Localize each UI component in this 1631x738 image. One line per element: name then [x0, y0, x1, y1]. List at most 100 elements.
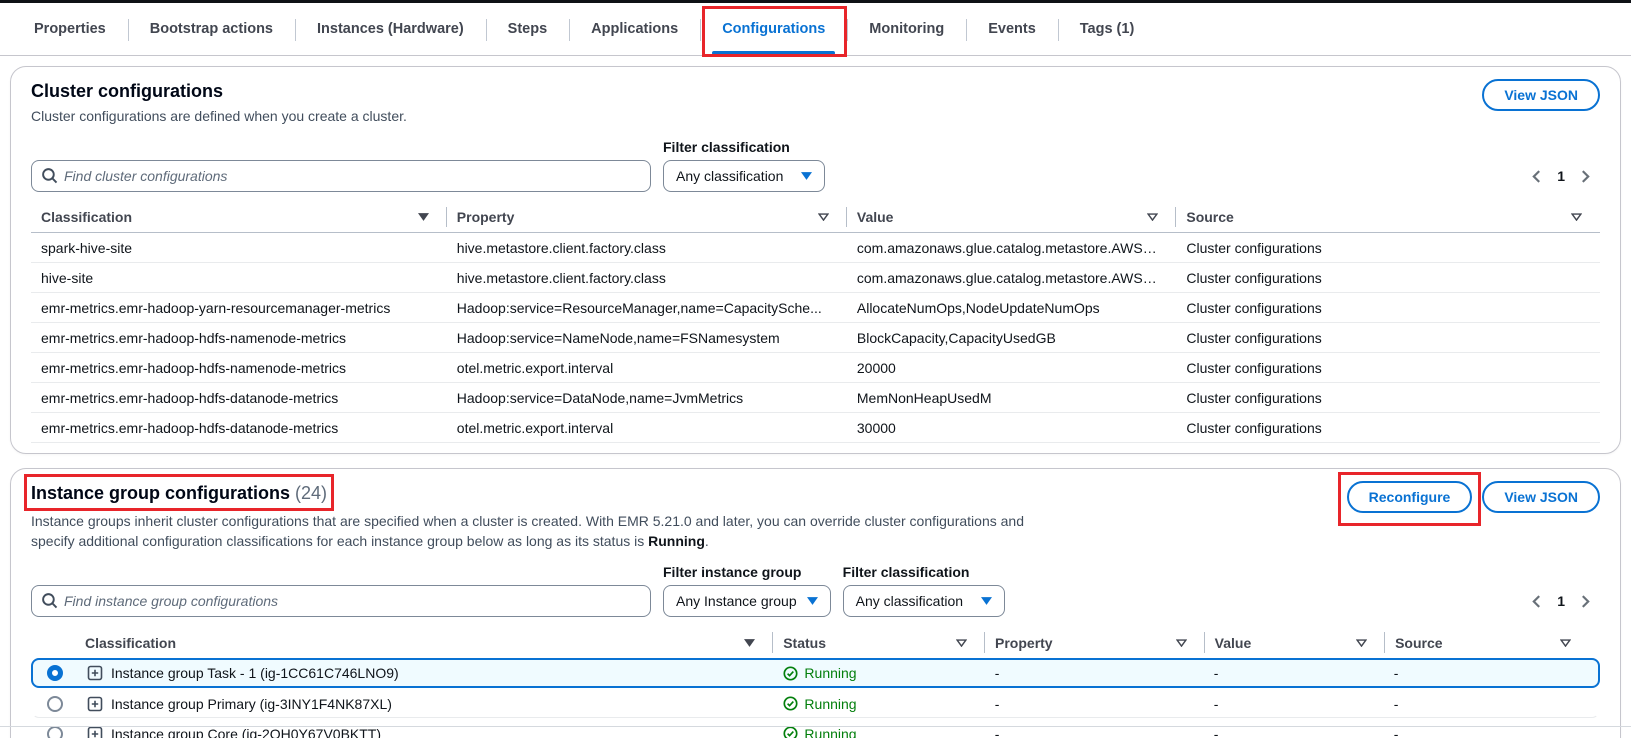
- cell-property: -: [985, 665, 1204, 681]
- chevron-left-icon: [1532, 595, 1541, 608]
- instance-next-page-button[interactable]: [1575, 591, 1596, 612]
- cell-source: -: [1384, 696, 1587, 712]
- cell-source: Cluster configurations: [1176, 330, 1600, 346]
- cluster-configuration-row: spark-hive-site hive.metastore.client.fa…: [31, 233, 1600, 263]
- cluster-next-page-button[interactable]: [1575, 166, 1596, 187]
- expand-icon[interactable]: [87, 696, 103, 712]
- caret-down-icon: [807, 597, 818, 605]
- cell-classification: emr-metrics.emr-hadoop-hdfs-namenode-met…: [31, 330, 447, 346]
- instance-group-select[interactable]: Any Instance group: [663, 585, 831, 617]
- cluster-search-input[interactable]: [31, 160, 651, 192]
- tab-label: Events: [988, 21, 1036, 37]
- cell-property: hive.metastore.client.factory.class: [447, 270, 847, 286]
- instance-group-configurations-section: Instance group configurations (24) Insta…: [10, 468, 1621, 738]
- column-header-source: Source: [1186, 209, 1233, 225]
- source-filter-icon[interactable]: [1560, 639, 1571, 647]
- cell-source: Cluster configurations: [1176, 300, 1600, 316]
- status-success-icon: [783, 666, 798, 681]
- chevron-right-icon: [1581, 170, 1590, 183]
- value-filter-icon[interactable]: [1147, 213, 1158, 221]
- cluster-configuration-row: emr-metrics.emr-hadoop-yarn-resourcemana…: [31, 293, 1600, 323]
- tab-steps[interactable]: Steps: [486, 3, 570, 55]
- cell-property: -: [985, 726, 1204, 738]
- cell-source: Cluster configurations: [1176, 270, 1600, 286]
- cluster-configuration-row: emr-metrics.emr-hadoop-hdfs-namenode-met…: [31, 323, 1600, 353]
- cell-value: com.amazonaws.glue.catalog.metastore.AWS…: [847, 240, 1176, 256]
- tab-tags-1[interactable]: Tags (1): [1058, 3, 1157, 55]
- radio-button[interactable]: [47, 726, 63, 738]
- cluster-configuration-row: emr-metrics.emr-hadoop-hdfs-namenode-met…: [31, 353, 1600, 383]
- radio-button[interactable]: [47, 696, 63, 712]
- column-header-source: Source: [1395, 635, 1442, 651]
- instance-page-number[interactable]: 1: [1553, 593, 1569, 609]
- instance-group-row[interactable]: Instance group Task - 1 (ig-1CC61C746LNO…: [31, 658, 1600, 688]
- cluster-view-json-button[interactable]: View JSON: [1482, 79, 1600, 111]
- tab-label: Instances (Hardware): [317, 21, 464, 37]
- tab-monitoring[interactable]: Monitoring: [847, 3, 966, 55]
- value-filter-icon[interactable]: [1356, 639, 1367, 647]
- cell-value: 20000: [847, 360, 1176, 376]
- instance-group-row[interactable]: Instance group Primary (ig-3INY1F4NK87XL…: [31, 688, 1600, 718]
- filter-classification-label: Filter classification: [663, 138, 825, 156]
- classification-filter-icon[interactable]: [418, 213, 429, 221]
- tab-instances-hardware[interactable]: Instances (Hardware): [295, 3, 486, 55]
- cell-source: -: [1384, 665, 1587, 681]
- cell-classification: hive-site: [31, 270, 447, 286]
- cell-source: -: [1384, 726, 1587, 738]
- status-success-icon: [783, 696, 798, 711]
- cell-value: AllocateNumOps,NodeUpdateNumOps: [847, 300, 1176, 316]
- cluster-classification-select[interactable]: Any classification: [663, 160, 825, 192]
- instance-search-input[interactable]: [31, 585, 651, 617]
- cell-property: Hadoop:service=ResourceManager,name=Capa…: [447, 300, 847, 316]
- instance-section-count: (24): [295, 483, 327, 503]
- tab-bootstrap-actions[interactable]: Bootstrap actions: [128, 3, 295, 55]
- property-filter-icon[interactable]: [818, 213, 829, 221]
- cell-property: Hadoop:service=DataNode,name=JvmMetrics: [447, 390, 847, 406]
- property-filter-icon[interactable]: [1176, 639, 1187, 647]
- cell-property: hive.metastore.client.factory.class: [447, 240, 847, 256]
- page-divider: [0, 726, 1631, 727]
- tab-applications[interactable]: Applications: [569, 3, 700, 55]
- expand-icon[interactable]: [87, 665, 103, 681]
- status-text: Running: [804, 665, 856, 681]
- cell-property: otel.metric.export.interval: [447, 420, 847, 436]
- cluster-configuration-row: emr-metrics.emr-hadoop-hdfs-datanode-met…: [31, 383, 1600, 413]
- tab-events[interactable]: Events: [966, 3, 1058, 55]
- cell-classification: emr-metrics.emr-hadoop-hdfs-datanode-met…: [31, 420, 447, 436]
- cluster-configuration-row: hive-site hive.metastore.client.factory.…: [31, 263, 1600, 293]
- cluster-classification-select-value: Any classification: [676, 168, 783, 184]
- cell-classification: emr-metrics.emr-hadoop-hdfs-datanode-met…: [31, 390, 447, 406]
- radio-button[interactable]: [47, 665, 63, 681]
- caret-down-icon: [981, 597, 992, 605]
- tab-configurations[interactable]: Configurations: [700, 3, 847, 55]
- cell-value: 30000: [847, 420, 1176, 436]
- cluster-page-number[interactable]: 1: [1553, 168, 1569, 184]
- instance-group-row[interactable]: Instance group Core (ig-2OH0Y67V0BKTT) R…: [31, 718, 1600, 738]
- status-text: Running: [804, 696, 856, 712]
- cell-classification: spark-hive-site: [31, 240, 447, 256]
- source-filter-icon[interactable]: [1571, 213, 1582, 221]
- tab-bar: Properties Bootstrap actions Instances (…: [0, 3, 1631, 56]
- instance-view-json-button[interactable]: View JSON: [1482, 481, 1600, 513]
- cluster-section-description: Cluster configurations are defined when …: [31, 106, 407, 126]
- cell-source: Cluster configurations: [1176, 420, 1600, 436]
- instance-prev-page-button[interactable]: [1526, 591, 1547, 612]
- reconfigure-button[interactable]: Reconfigure: [1347, 481, 1473, 513]
- chevron-right-icon: [1581, 595, 1590, 608]
- instance-search-box: [31, 585, 651, 617]
- instance-classification-select[interactable]: Any classification: [843, 585, 1005, 617]
- classification-filter-icon[interactable]: [744, 639, 755, 647]
- column-header-status: Status: [783, 635, 826, 651]
- cell-property: -: [985, 696, 1204, 712]
- tab-properties[interactable]: Properties: [12, 3, 128, 55]
- expand-icon[interactable]: [87, 726, 103, 738]
- instance-table-header: Classification Status Property Value Sou…: [31, 627, 1600, 658]
- tab-label: Steps: [508, 21, 548, 37]
- status-success-icon: [783, 726, 798, 738]
- cluster-prev-page-button[interactable]: [1526, 166, 1547, 187]
- instance-group-name: Instance group Primary (ig-3INY1F4NK87XL…: [111, 696, 392, 712]
- cluster-configuration-row: emr-metrics.emr-hadoop-hdfs-datanode-met…: [31, 413, 1600, 443]
- filter-instance-group-label: Filter instance group: [663, 563, 831, 581]
- tab-label: Applications: [591, 21, 678, 37]
- status-filter-icon[interactable]: [956, 639, 967, 647]
